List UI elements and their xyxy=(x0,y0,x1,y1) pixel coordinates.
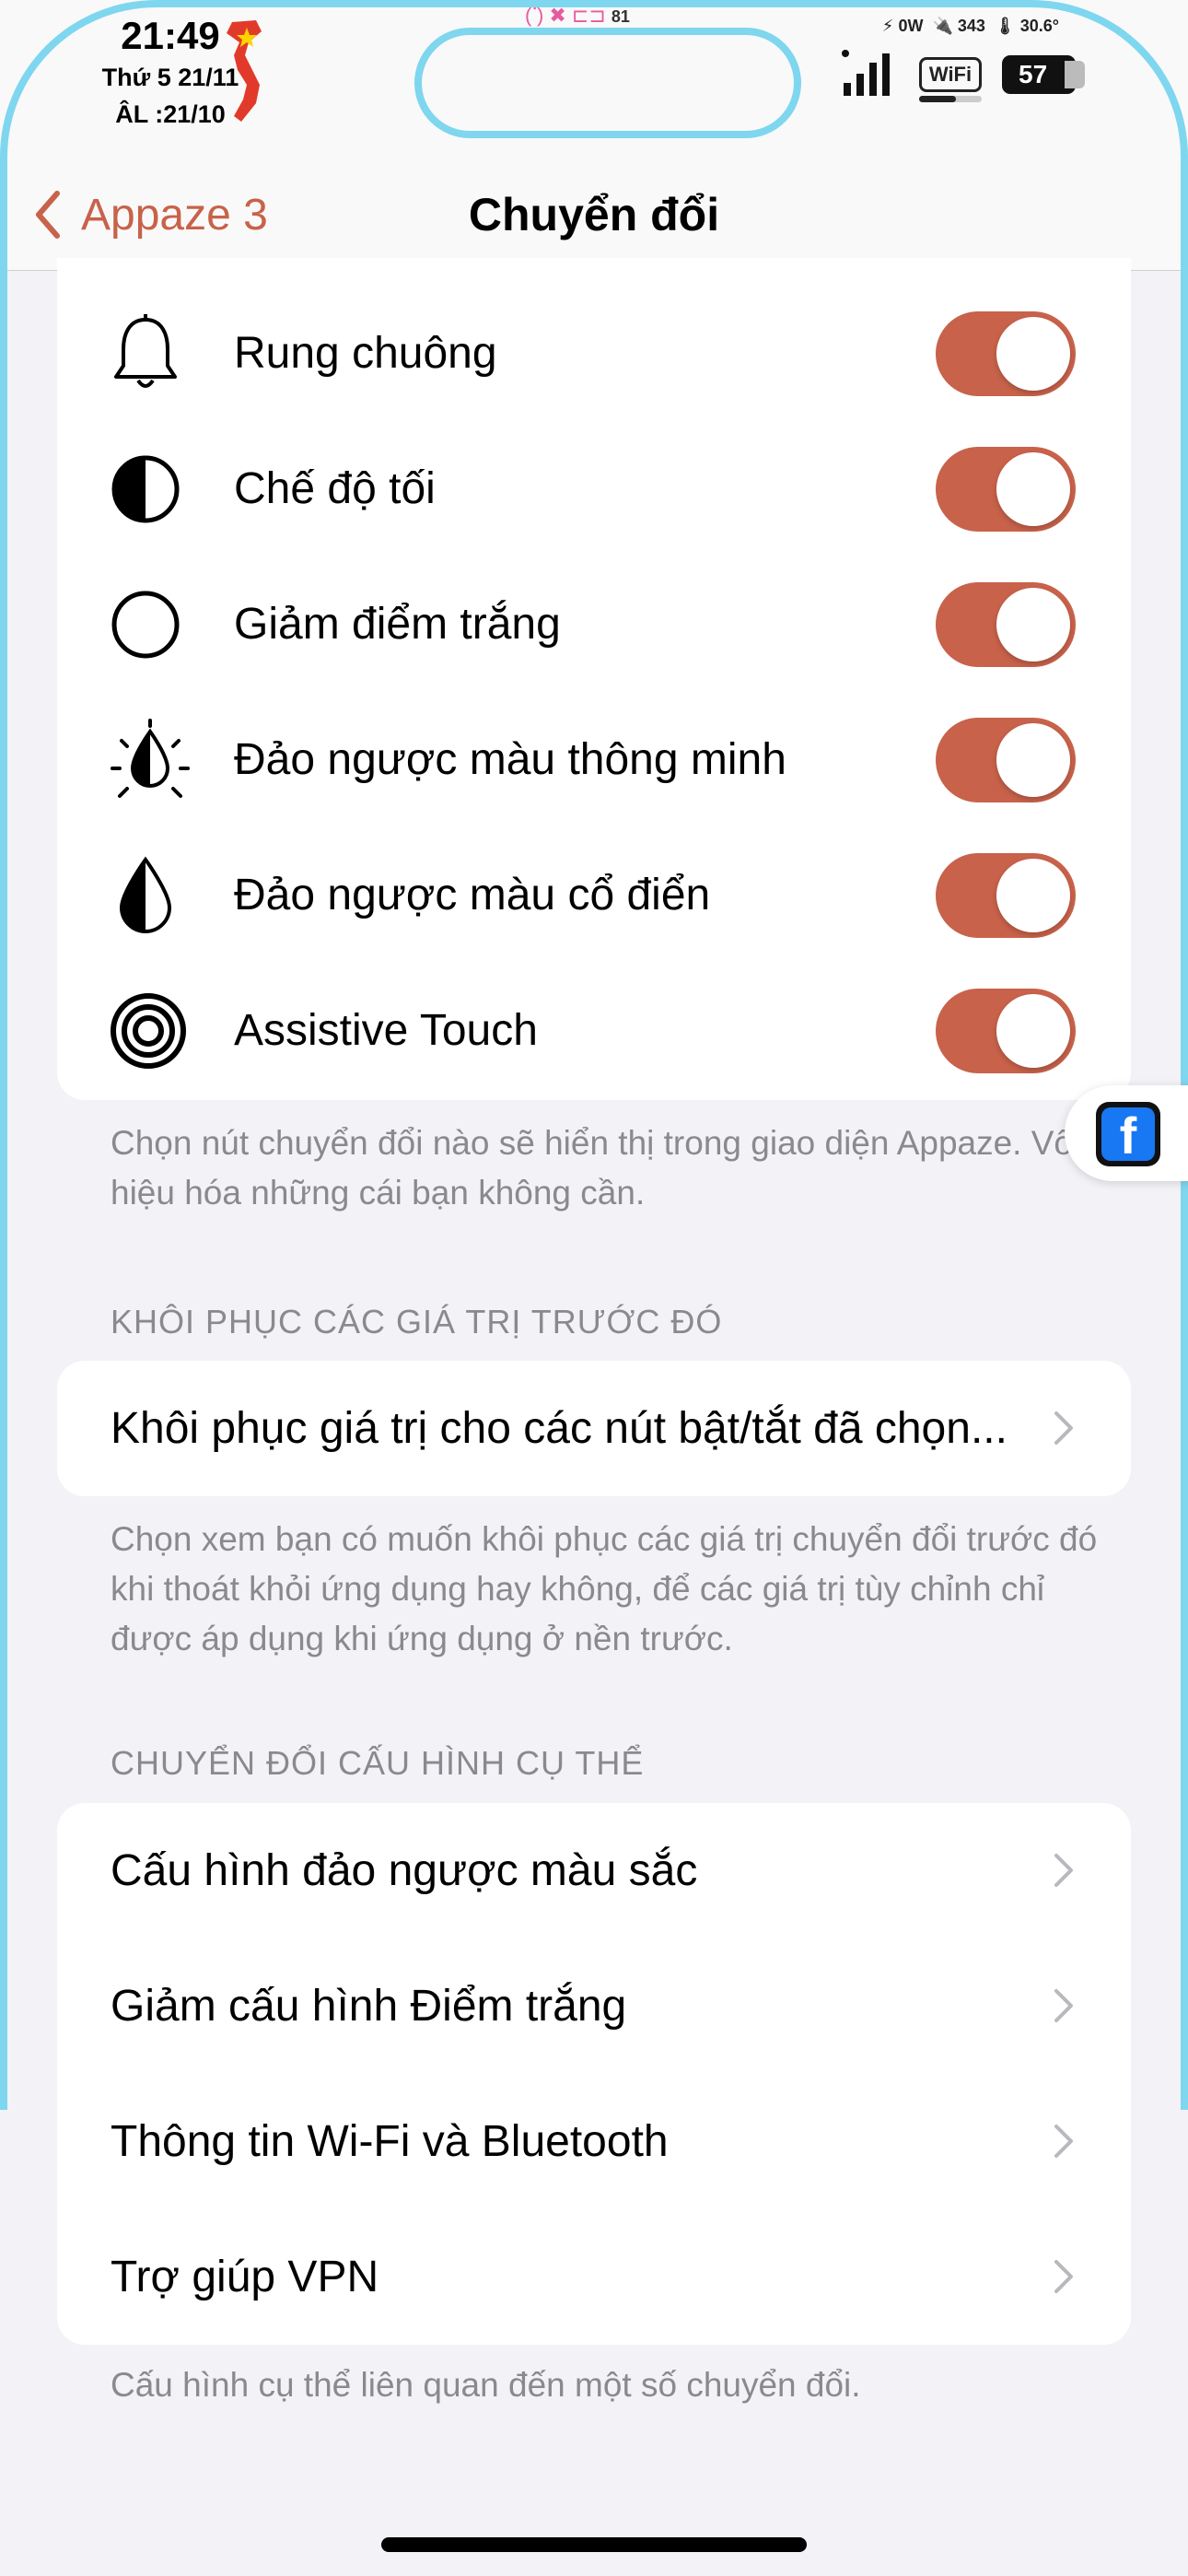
temperature-value: 30.6° xyxy=(1019,17,1059,35)
toggle-row-dark-mode: Chế độ tối xyxy=(57,421,1131,556)
facebook-icon: f xyxy=(1096,1102,1160,1166)
chevron-right-icon xyxy=(1054,1411,1073,1445)
dark-mode-toggle-switch[interactable] xyxy=(936,446,1076,532)
config-card: Cấu hình đảo ngược màu sắc Giảm cấu hình… xyxy=(57,1803,1131,2345)
facebook-icon-glyph: f xyxy=(1101,1107,1155,1165)
config-row-label: Thông tin Wi-Fi và Bluetooth xyxy=(111,2117,669,2166)
config-row-color-inversion[interactable]: Cấu hình đảo ngược màu sắc xyxy=(57,1803,1131,1938)
restore-section-header: KHÔI PHỤC CÁC GIÁ TRỊ TRƯỚC ĐÓ xyxy=(111,1303,723,1341)
reduce-white-point-toggle-switch[interactable] xyxy=(936,581,1076,667)
top-small-number: 81 xyxy=(611,7,630,26)
classic-invert-toggle-switch[interactable] xyxy=(936,852,1076,938)
status-bar: 21:49 Thứ 5 21/11 ÂL :21/10 (ᐝ) ✖ ⊏⊐ 81 … xyxy=(0,0,1188,166)
circle-outline-icon xyxy=(109,556,182,692)
toggles-card: Rung chuông Chế độ tối Giảm điểm trắng Đ… xyxy=(57,258,1131,1100)
home-indicator[interactable] xyxy=(381,2537,807,2552)
config-row-wifi-bluetooth[interactable]: Thông tin Wi-Fi và Bluetooth xyxy=(57,2074,1131,2209)
page-title: Chuyển đổi xyxy=(468,189,720,240)
assistive-touch-toggle-switch[interactable] xyxy=(936,988,1076,1073)
smart-invert-icon xyxy=(109,692,192,827)
ring-toggle-switch[interactable] xyxy=(936,310,1076,396)
drop-half-icon xyxy=(109,827,182,963)
toggle-row-smart-invert: Đảo ngược màu thông minh xyxy=(57,692,1131,827)
config-row-white-point[interactable]: Giảm cấu hình Điểm trắng xyxy=(57,1938,1131,2074)
toggle-label: Giảm điểm trắng xyxy=(234,600,561,649)
power-value: 0W xyxy=(898,17,924,35)
wifi-badge: WiFi xyxy=(919,57,982,92)
config-row-label: Giảm cấu hình Điểm trắng xyxy=(111,1982,627,2031)
chevron-right-icon xyxy=(1054,1989,1073,2022)
config-row-vpn-help[interactable]: Trợ giúp VPN xyxy=(57,2209,1131,2345)
smart-invert-toggle-switch[interactable] xyxy=(936,717,1076,802)
battery-indicator: 57 xyxy=(1002,55,1085,94)
wifi-strength-bar xyxy=(919,96,982,102)
chevron-right-icon xyxy=(1054,1854,1073,1887)
config-section-header: CHUYỂN ĐỔI CẤU HÌNH CỤ THỂ xyxy=(111,1744,645,1782)
toggle-label: Rung chuông xyxy=(234,329,497,378)
assistive-touch-icon xyxy=(109,963,188,1098)
count-value: 343 xyxy=(957,17,985,35)
bell-icon xyxy=(109,286,182,421)
chevron-right-icon xyxy=(1054,2125,1073,2158)
config-row-label: Trợ giúp VPN xyxy=(111,2253,379,2301)
toggle-row-assistive-touch: Assistive Touch xyxy=(57,963,1131,1098)
toggle-label: Assistive Touch xyxy=(234,1006,538,1055)
status-mini-stats: ⚡ 0W 🔌 343 🌡 30.6° xyxy=(881,17,1059,35)
dark-mode-icon xyxy=(109,421,182,556)
restore-card: Khôi phục giá trị cho các nút bật/tắt đã… xyxy=(57,1361,1131,1496)
cellular-signal-icon xyxy=(842,50,890,96)
restore-values-label: Khôi phục giá trị cho các nút bật/tắt đã… xyxy=(111,1404,1007,1453)
toggle-label: Chế độ tối xyxy=(234,464,436,513)
chevron-right-icon xyxy=(1054,2260,1073,2293)
toggles-footnote: Chọn nút chuyển đổi nào sẽ hiển thị tron… xyxy=(111,1124,1073,1212)
restore-footnote: Chọn xem bạn có muốn khôi phục các giá t… xyxy=(111,1520,1098,1657)
floating-facebook-button[interactable]: f xyxy=(1065,1085,1188,1181)
vietnam-map-icon xyxy=(227,20,262,122)
restore-values-row[interactable]: Khôi phục giá trị cho các nút bật/tắt đã… xyxy=(57,1361,1131,1496)
dynamic-island xyxy=(414,28,801,138)
config-row-label: Cấu hình đảo ngược màu sắc xyxy=(111,1846,698,1895)
toggle-label: Đảo ngược màu thông minh xyxy=(234,735,786,784)
toggle-row-ring: Rung chuông xyxy=(57,286,1131,421)
toggle-label: Đảo ngược màu cổ điển xyxy=(234,871,711,919)
config-footnote: Cấu hình cụ thể liên quan đến một số chu… xyxy=(111,2366,861,2404)
navigation-bar: Appaze 3 Chuyển đổi xyxy=(0,166,1188,271)
toggle-row-reduce-white-point: Giảm điểm trắng xyxy=(57,556,1131,692)
toggle-row-classic-invert: Đảo ngược màu cổ điển xyxy=(57,827,1131,963)
notification-glyphs: (ᐝ) ✖ ⊏⊐ 81 xyxy=(525,4,630,27)
